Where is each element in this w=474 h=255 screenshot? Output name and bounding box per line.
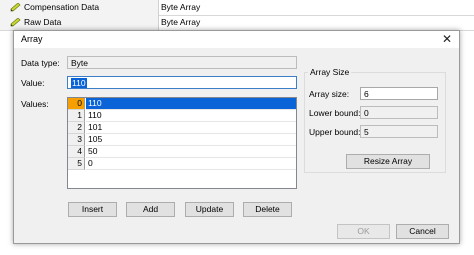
array-size-value: 6 [364, 89, 369, 99]
list-item[interactable]: 2 101 [68, 122, 296, 134]
data-type-label: Data type: [21, 58, 60, 68]
property-grid: Compensation Data Byte Array Raw Data By… [0, 0, 474, 31]
dialog-title: Array [21, 34, 43, 44]
list-item-index: 4 [68, 146, 85, 158]
list-item-index: 3 [68, 134, 85, 146]
dialog-titlebar[interactable]: Array ✕ [14, 31, 459, 48]
lower-bound-label: Lower bound: [309, 108, 361, 118]
list-item-index: 5 [68, 158, 85, 170]
upper-bound-field: 5 [360, 125, 438, 138]
array-size-group: Array Size Array size: 6 Lower bound: 0 … [304, 67, 446, 173]
lower-bound-field: 0 [360, 106, 438, 119]
array-dialog: Array ✕ Data type: Byte Value: 110 Value… [13, 30, 460, 244]
property-value: Byte Array [161, 2, 201, 12]
array-size-label: Array size: [309, 89, 350, 99]
lower-bound-value: 0 [364, 108, 369, 118]
values-list[interactable]: 0 110 1 110 2 101 3 105 4 50 5 0 [67, 97, 297, 189]
list-item[interactable]: 0 110 [68, 98, 296, 110]
upper-bound-value: 5 [364, 127, 369, 137]
list-item-value: 105 [86, 134, 296, 146]
list-item-value: 110 [86, 110, 296, 122]
upper-bound-label: Upper bound: [309, 127, 361, 137]
array-size-group-title: Array Size [308, 67, 352, 77]
resize-array-button[interactable]: Resize Array [346, 154, 430, 169]
list-item-index: 1 [68, 110, 85, 122]
insert-button[interactable]: Insert [68, 202, 117, 217]
values-label: Values: [21, 99, 49, 109]
close-icon[interactable]: ✕ [439, 32, 455, 46]
pencil-icon [10, 18, 21, 27]
list-item-value: 101 [86, 122, 296, 134]
pencil-icon [10, 3, 21, 12]
property-row-compensation-data[interactable]: Compensation Data Byte Array [0, 0, 474, 16]
list-item[interactable]: 1 110 [68, 110, 296, 122]
array-size-input[interactable]: 6 [360, 87, 438, 100]
list-item[interactable]: 5 0 [68, 158, 296, 170]
add-button[interactable]: Add [126, 202, 175, 217]
list-item-value: 0 [86, 158, 296, 170]
property-name-cell: Raw Data [0, 15, 159, 30]
property-value: Byte Array [161, 17, 201, 27]
list-item-index: 2 [68, 122, 85, 134]
property-row-raw-data[interactable]: Raw Data Byte Array [0, 15, 474, 31]
value-label: Value: [21, 78, 45, 88]
update-button[interactable]: Update [185, 202, 234, 217]
list-item-index: 0 [68, 98, 85, 110]
list-item[interactable]: 4 50 [68, 146, 296, 158]
ok-button[interactable]: OK [337, 224, 390, 239]
value-input-text: 110 [71, 78, 87, 88]
data-type-field: Byte [67, 56, 297, 69]
list-item-value: 110 [86, 98, 296, 110]
list-item[interactable]: 3 105 [68, 134, 296, 146]
data-type-value: Byte [71, 58, 89, 68]
value-input[interactable]: 110 [67, 76, 297, 89]
list-item-value: 50 [86, 146, 296, 158]
delete-button[interactable]: Delete [243, 202, 292, 217]
property-name: Raw Data [24, 17, 62, 27]
cancel-button[interactable]: Cancel [396, 224, 449, 239]
property-name-cell: Compensation Data [0, 0, 159, 15]
property-name: Compensation Data [24, 2, 100, 12]
